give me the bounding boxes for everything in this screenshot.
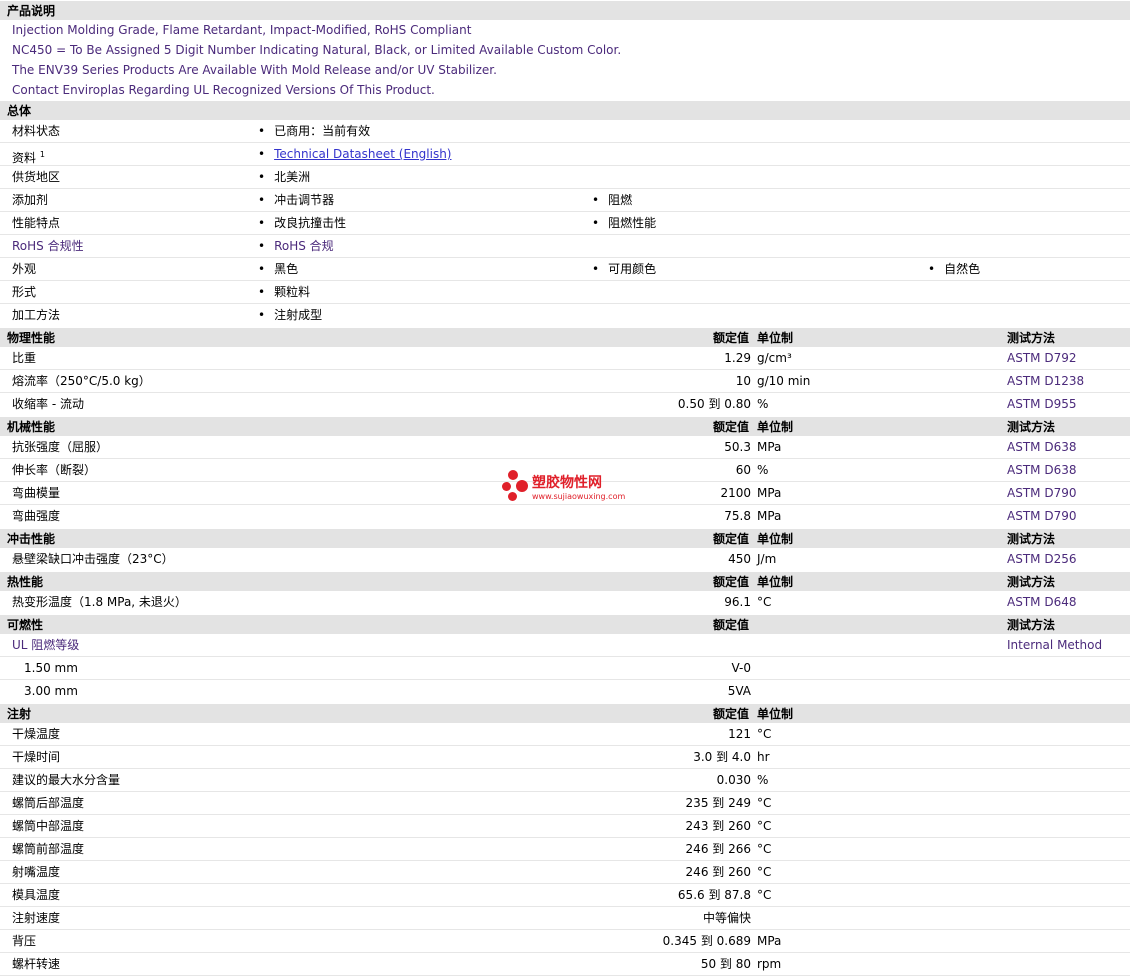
property-unit: MPa [757, 934, 782, 948]
logo-dot [516, 480, 528, 492]
general-row-processing: 加工方法 注射成型 [0, 304, 1130, 327]
general-row-literature: 资料 1 Technical Datasheet (English) [0, 143, 1130, 166]
property-row: 建议的最大水分含量 0.030% [0, 769, 1130, 792]
section-header-thermal: 热性能 额定值 单位制 测试方法 [0, 571, 1130, 591]
property-label: 建议的最大水分含量 [12, 773, 121, 787]
section-header-flammability: 可燃性 额定值 测试方法 [0, 614, 1130, 634]
property-row: 注射速度 中等偏快 [0, 907, 1130, 930]
property-label: 螺杆转速 [12, 957, 61, 971]
description-line: Contact Enviroplas Regarding UL Recogniz… [12, 83, 435, 97]
property-row: 干燥温度 121 °C [0, 723, 1130, 746]
property-row: 热变形温度（1.8 MPa, 未退火） 96.1 °C ASTM D648 [12, 595, 1077, 609]
property-row: 弯曲强度 75.8 MPa ASTM D790 [12, 509, 1077, 523]
property-unit: °C [757, 888, 772, 902]
property-label: 干燥时间 [12, 750, 61, 764]
section-header-injection: 注射 额定值 单位制 [0, 703, 1130, 723]
general-row-appearance: 外观 黑色 可用颜色 自然色 [0, 258, 1130, 281]
property-value: 121 [728, 727, 751, 741]
technical-datasheet-link[interactable]: Technical Datasheet (English) [274, 147, 451, 161]
property-unit: hr [757, 750, 770, 764]
property-row: 比重 1.29 g/cm³ ASTM D792 [0, 347, 1130, 370]
section-header-description: 产品说明 [0, 0, 1130, 20]
watermark-logo: 塑胶物性网 www.sujiaowuxing.com [500, 466, 630, 506]
property-row: 悬壁梁缺口冲击强度（23°C） 450 J/m ASTM D256 [12, 552, 1077, 566]
property-subrow: 1.50 mm V-0 [0, 657, 1130, 680]
description-line: Injection Molding Grade, Flame Retardant… [12, 23, 472, 37]
general-row-additives: 添加剂 冲击调节器 阻燃 [0, 189, 1130, 212]
property-value: 0.030 [716, 773, 751, 787]
property-label: 螺筒后部温度 [12, 796, 85, 810]
property-row: 熔流率（250°C/5.0 kg） 10 g/10 min ASTM D1238 [0, 370, 1130, 393]
section-header-physical: 物理性能 额定值 单位制 测试方法 [0, 327, 1130, 347]
property-unit: °C [757, 842, 772, 856]
property-row: 抗张强度（屈服） 50.3 MPa ASTM D638 [0, 436, 1130, 459]
injection-rows: 干燥温度 121 °C 干燥时间 3.0 到 4.0 hr 建议的最大水分含量 0.030% 螺… [0, 723, 1130, 976]
section-header-impact: 冲击性能 额定值 单位制 测试方法 [0, 528, 1130, 548]
general-row-availability: 供货地区 北美洲 [0, 166, 1130, 189]
property-unit: °C [757, 727, 772, 741]
logo-dot [502, 482, 511, 491]
property-unit: rpm [757, 957, 782, 971]
section-header-mechanical: 机械性能 额定值 单位制 测试方法 [0, 416, 1130, 436]
property-row: 螺筒前部温度 246 到 266 °C [0, 838, 1130, 861]
property-label: 干燥温度 [12, 727, 61, 741]
property-label: 注射速度 [12, 911, 61, 925]
property-row: 干燥时间 3.0 到 4.0 hr [0, 746, 1130, 769]
property-value: 50 到 80 [700, 957, 751, 971]
description-line: NC450 = To Be Assigned 5 Digit Number In… [12, 43, 622, 57]
property-row: 螺筒后部温度 235 到 249 °C [0, 792, 1130, 815]
logo-dot [508, 492, 517, 501]
property-value: 0.345 到 0.689 [662, 934, 751, 948]
property-value: 3.0 到 4.0 [693, 750, 751, 764]
property-label: 射嘴温度 [12, 865, 61, 879]
property-value: 246 到 266 [685, 842, 751, 856]
property-row: 射嘴温度 246 到 260 °C [0, 861, 1130, 884]
property-row: 螺杆转速 50 到 80 rpm [0, 953, 1130, 976]
description-line: The ENV39 Series Products Are Available … [12, 63, 497, 77]
property-row: 模具温度 65.6 到 87.8 °C [0, 884, 1130, 907]
datasheet: 产品说明 Injection Molding Grade, Flame Reta… [0, 0, 1130, 976]
property-label: 背压 [12, 934, 37, 948]
property-unit: °C [757, 819, 772, 833]
general-row-rohs: RoHS 合规性 RoHS 合规 [0, 235, 1130, 258]
property-unit: °C [757, 796, 772, 810]
logo-dot [508, 470, 518, 480]
property-value: 235 到 249 [685, 796, 751, 810]
property-unit: % [757, 773, 769, 787]
section-header-general: 总体 [0, 100, 1130, 120]
property-row: 螺筒中部温度 243 到 260 °C [0, 815, 1130, 838]
property-row: UL 阻燃等级 Internal Method [0, 634, 1130, 657]
property-unit: °C [757, 865, 772, 879]
property-row: 收缩率 - 流动 0.50 到 0.80 % ASTM D955 [12, 397, 1077, 411]
general-row-form: 形式 颗粒料 [0, 281, 1130, 304]
property-label: 模具温度 [12, 888, 61, 902]
property-subrow: 3.00 mm 5VA [24, 684, 751, 698]
property-value: 246 到 260 [685, 865, 751, 879]
property-row: 背压 0.345 到 0.689 MPa [0, 930, 1130, 953]
property-value: 243 到 260 [685, 819, 751, 833]
property-label: 螺筒前部温度 [12, 842, 85, 856]
general-row-status: 材料状态 已商用：当前有效 [0, 120, 1130, 143]
property-value: 中等偏快 [702, 911, 751, 925]
property-label: 螺筒中部温度 [12, 819, 85, 833]
property-value: 65.6 到 87.8 [677, 888, 751, 902]
general-row-features: 性能特点 改良抗撞击性 阻燃性能 [0, 212, 1130, 235]
